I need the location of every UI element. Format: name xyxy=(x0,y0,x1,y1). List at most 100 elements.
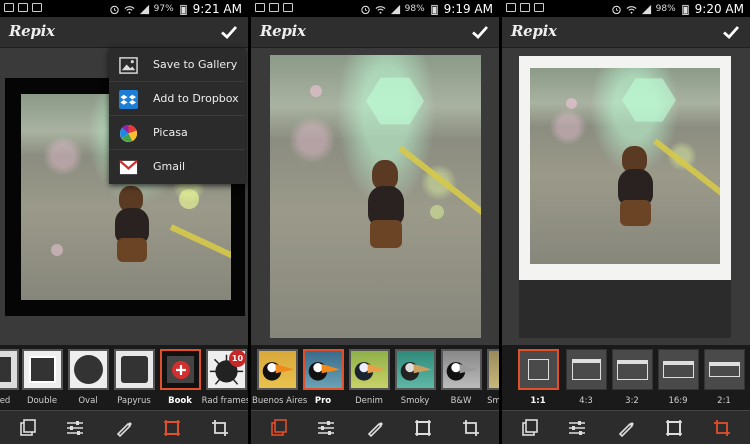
frame-thumb-rad-frames[interactable]: 10 xyxy=(206,349,247,390)
frames-strip: ed Double Oval Papyrus Book 10 Rad frame… xyxy=(0,345,248,410)
status-bar: 98% 9:19 AM xyxy=(251,0,499,17)
status-bar: 97% 9:21 AM xyxy=(0,0,248,17)
frame-label: Rad frames xyxy=(201,396,248,406)
crop-dim-area xyxy=(519,280,731,338)
gallery-notification-icon xyxy=(255,3,265,12)
download-notification-icon xyxy=(283,3,293,12)
menu-item-label: Save to Gallery xyxy=(153,58,238,71)
crop-icon[interactable] xyxy=(462,419,480,437)
frame-label: Double xyxy=(26,396,58,406)
image-icon xyxy=(119,57,138,74)
picasa-icon xyxy=(119,124,138,143)
sliders-icon[interactable] xyxy=(317,419,335,437)
menu-item-label: Add to Dropbox xyxy=(153,92,239,105)
ratio-thumb-3-2[interactable] xyxy=(612,349,653,390)
dog xyxy=(113,186,153,266)
frames-icon[interactable] xyxy=(19,419,37,437)
app-bar: Repix xyxy=(0,17,248,48)
alarm-icon xyxy=(360,5,370,14)
dog xyxy=(616,146,656,230)
menu-item-gmail[interactable]: Gmail xyxy=(109,150,245,184)
filter-thumb-bw[interactable] xyxy=(441,349,482,390)
frame-thumb-oval[interactable] xyxy=(68,349,109,390)
mail-notification-icon xyxy=(18,3,28,12)
filter-thumb-smoky[interactable] xyxy=(395,349,436,390)
frame-thumb-papyrus[interactable] xyxy=(114,349,155,390)
gallery-notification-icon xyxy=(506,3,516,12)
gmail-icon xyxy=(119,159,138,175)
filter-thumb-buenos-aires[interactable] xyxy=(257,349,298,390)
signal-icon xyxy=(390,4,400,14)
filter-label: Smoky xyxy=(400,396,430,406)
wifi-icon xyxy=(375,5,386,14)
brush-icon[interactable] xyxy=(115,419,133,437)
status-bar: 98% 9:20 AM xyxy=(502,0,750,17)
frame-crop-icon[interactable] xyxy=(163,419,181,437)
frame-crop-icon[interactable] xyxy=(414,419,432,437)
menu-item-save-gallery[interactable]: Save to Gallery xyxy=(109,48,245,82)
crop-icon[interactable] xyxy=(713,419,731,437)
brush-icon[interactable] xyxy=(366,419,384,437)
confirm-check-icon[interactable] xyxy=(220,23,238,41)
gallery-notification-icon xyxy=(4,3,14,12)
frames-icon[interactable] xyxy=(521,419,539,437)
download-notification-icon xyxy=(32,3,42,12)
toucan-preview-icon xyxy=(400,362,433,381)
battery-percent: 98% xyxy=(655,4,676,14)
app-logo: Repix xyxy=(260,22,306,40)
frame-thumb-ed[interactable] xyxy=(0,349,19,390)
share-menu: Save to Gallery Add to Dropbox Picasa Gm… xyxy=(109,48,245,184)
brush-icon[interactable] xyxy=(617,419,635,437)
ratio-thumb-16-9[interactable] xyxy=(658,349,699,390)
filter-thumb-sm[interactable] xyxy=(487,349,499,390)
signal-icon xyxy=(641,4,651,14)
add-icon xyxy=(172,361,190,379)
battery-percent: 97% xyxy=(153,4,174,14)
clock: 9:21 AM xyxy=(192,2,242,16)
menu-item-dropbox[interactable]: Add to Dropbox xyxy=(109,82,245,116)
confirm-check-icon[interactable] xyxy=(722,23,740,41)
ratio-thumb-1-1[interactable] xyxy=(518,349,559,390)
frame-label: Papyrus xyxy=(117,396,151,406)
frame-label: Book xyxy=(168,396,192,406)
wifi-icon xyxy=(124,5,135,14)
ratio-label: 3:2 xyxy=(625,396,639,406)
frame-thumb-book[interactable] xyxy=(160,349,201,390)
panel-frames: 97% 9:21 AM Repix Save to Gallery Add to… xyxy=(0,0,248,444)
filter-thumb-pro[interactable] xyxy=(303,349,344,390)
ratio-thumb-2-1[interactable] xyxy=(704,349,745,390)
clock: 9:20 AM xyxy=(694,2,744,16)
ratio-label: 4:3 xyxy=(579,396,593,406)
filter-thumb-denim[interactable] xyxy=(349,349,390,390)
battery-icon xyxy=(179,4,187,15)
app-bar: Repix xyxy=(251,17,499,48)
ratio-label: 1:1 xyxy=(530,396,546,406)
mail-notification-icon xyxy=(269,3,279,12)
crop-icon[interactable] xyxy=(211,419,229,437)
app-bar: Repix xyxy=(502,17,750,48)
app-logo: Repix xyxy=(511,22,557,40)
sliders-icon[interactable] xyxy=(568,419,586,437)
frame-thumb-double[interactable] xyxy=(22,349,63,390)
menu-item-picasa[interactable]: Picasa xyxy=(109,116,245,150)
frame-label: Oval xyxy=(78,396,98,406)
photo-canvas[interactable] xyxy=(270,55,481,338)
menu-item-label: Picasa xyxy=(153,126,188,139)
wifi-icon xyxy=(626,5,637,14)
bottom-toolbar xyxy=(0,410,248,444)
sliders-icon[interactable] xyxy=(66,419,84,437)
ratio-thumb-4-3[interactable] xyxy=(566,349,607,390)
frame-crop-icon[interactable] xyxy=(665,419,683,437)
filter-label: Sm xyxy=(487,396,499,406)
toucan-preview-icon xyxy=(446,362,479,381)
frames-icon[interactable] xyxy=(270,419,288,437)
filter-label: Buenos Aires xyxy=(252,396,308,406)
photo-canvas[interactable] xyxy=(530,68,720,264)
bottom-toolbar xyxy=(251,410,499,444)
dropbox-icon xyxy=(119,90,138,109)
ratio-label: 16:9 xyxy=(668,396,688,406)
confirm-check-icon[interactable] xyxy=(471,23,489,41)
app-logo: Repix xyxy=(9,22,55,40)
filter-label: Denim xyxy=(355,396,383,406)
filters-strip: Buenos Aires Pro Denim Smoky B&W Sm xyxy=(251,345,499,410)
